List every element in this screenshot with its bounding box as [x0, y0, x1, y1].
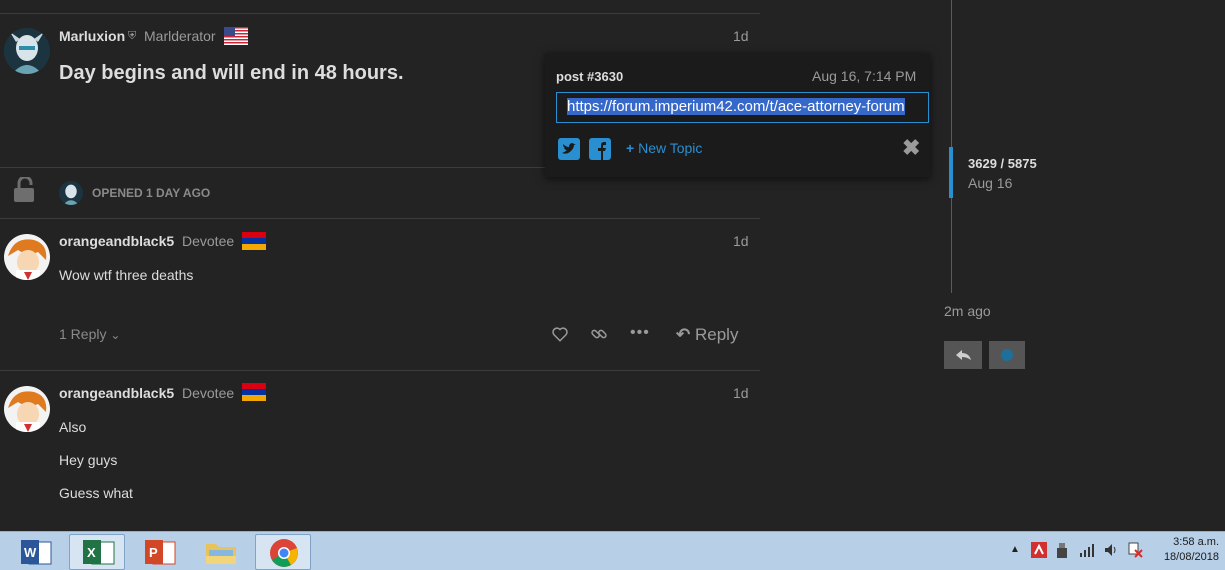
volume-tray-icon[interactable]: [1103, 542, 1119, 563]
reply-icon: [956, 350, 971, 360]
twitter-icon: [558, 138, 580, 160]
user-title: Marlderator: [144, 28, 216, 44]
tracking-dot-icon: [1001, 349, 1013, 361]
replies-label: 1 Reply: [59, 326, 107, 342]
file-explorer-taskbar-button[interactable]: [193, 534, 249, 570]
close-icon: ✖: [902, 135, 921, 160]
share-url-text: https://forum.imperium42.com/t/ace-attor…: [567, 98, 905, 115]
share-post-label: post #3630: [556, 69, 624, 84]
taskbar: W X P ▲ 3:58 a.m. 18/08/2018: [0, 531, 1225, 570]
facebook-share-button[interactable]: [589, 138, 611, 165]
reply-button[interactable]: ↶ Reply: [676, 325, 738, 345]
divider: [0, 370, 760, 371]
post-text: Day begins and will end in 48 hours.: [59, 62, 404, 84]
us-flag-icon: [224, 27, 248, 45]
show-hidden-icons-button[interactable]: ▲: [1010, 544, 1020, 555]
new-topic-button[interactable]: + New Topic: [626, 140, 702, 156]
ellipsis-icon: •••: [630, 324, 650, 341]
user-title: Devotee: [182, 385, 235, 401]
copy-link-button[interactable]: [590, 325, 608, 348]
clock[interactable]: 3:58 a.m. 18/08/2018: [1159, 536, 1219, 563]
unlock-icon: [12, 175, 36, 208]
plus-icon: +: [626, 140, 635, 156]
username[interactable]: Marluxion: [59, 28, 125, 44]
usb-tray-icon[interactable]: [1055, 542, 1069, 563]
file-explorer-icon: [206, 544, 236, 564]
chrome-taskbar-button[interactable]: [255, 534, 311, 570]
post-text: Also: [59, 419, 87, 435]
post-age[interactable]: 1d: [733, 28, 749, 44]
word-taskbar-button[interactable]: W: [7, 534, 63, 570]
excel-taskbar-button[interactable]: X: [69, 534, 125, 570]
avatar[interactable]: [4, 28, 50, 74]
post-text: Wow wtf three deaths: [59, 267, 194, 283]
post-text: Guess what: [59, 485, 133, 501]
excel-icon: X: [83, 540, 115, 565]
signal-tray-icon[interactable]: [1079, 542, 1095, 563]
small-action-text: OPENED 1 DAY AGO: [92, 186, 211, 200]
timeline-position: 3629 / 5875: [968, 156, 1037, 171]
timeline-track: [951, 198, 952, 293]
clock-time: 3:58 a.m.: [1173, 536, 1219, 548]
timeline-track: [951, 0, 952, 147]
like-button[interactable]: [551, 325, 569, 348]
username[interactable]: orangeandblack5: [59, 233, 174, 249]
reply-icon: ↶: [676, 325, 691, 344]
username[interactable]: orangeandblack5: [59, 385, 174, 401]
avatar[interactable]: [59, 181, 83, 205]
svg-text:P: P: [149, 545, 158, 560]
flag-tray-icon[interactable]: [1127, 542, 1143, 563]
chevron-down-icon: ⌄: [110, 328, 121, 342]
notification-level-button[interactable]: [989, 341, 1025, 369]
armenia-flag-icon: [242, 232, 266, 250]
powerpoint-taskbar-button[interactable]: P: [131, 534, 187, 570]
shield-icon: ⛨: [128, 30, 137, 42]
share-url-input[interactable]: https://forum.imperium42.com/t/ace-attor…: [556, 92, 929, 123]
post-age[interactable]: 1d: [733, 233, 749, 249]
svg-text:X: X: [87, 545, 96, 560]
word-icon: W: [21, 540, 52, 565]
new-topic-label: New Topic: [638, 140, 703, 156]
avatar[interactable]: [4, 386, 50, 432]
svg-text:W: W: [24, 545, 37, 560]
share-post-date: Aug 16, 7:14 PM: [812, 68, 917, 84]
clock-date: 18/08/2018: [1163, 551, 1219, 563]
reply-to-topic-button[interactable]: [944, 341, 982, 369]
reply-label: Reply: [694, 325, 739, 344]
avatar[interactable]: [4, 234, 50, 280]
show-replies-button[interactable]: 1 Reply ⌄: [59, 326, 120, 342]
facebook-icon: [589, 138, 611, 160]
timeline-date: Aug 16: [968, 175, 1013, 191]
post-text: Hey guys: [59, 452, 118, 468]
user-title: Devotee: [182, 233, 235, 249]
armenia-flag-icon: [242, 383, 266, 401]
twitter-share-button[interactable]: [558, 138, 580, 165]
timeline-handle[interactable]: [949, 147, 953, 198]
timeline-last-activity[interactable]: 2m ago: [944, 303, 991, 319]
more-options-button[interactable]: •••: [630, 324, 650, 342]
close-button[interactable]: ✖: [902, 135, 920, 161]
divider: [0, 218, 760, 219]
divider: [0, 13, 760, 14]
post-age[interactable]: 1d: [733, 385, 749, 401]
powerpoint-icon: P: [145, 540, 176, 565]
heart-icon: [552, 327, 568, 342]
chrome-icon: [270, 539, 298, 567]
antivirus-tray-icon[interactable]: [1031, 542, 1047, 563]
link-icon: [591, 329, 607, 339]
share-popup: post #3630 Aug 16, 7:14 PM https://forum…: [545, 53, 930, 177]
